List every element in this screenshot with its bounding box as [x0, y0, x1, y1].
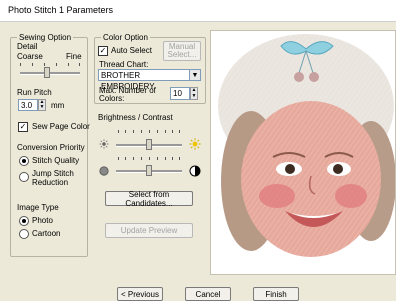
window-title: Photo Stitch 1 Parameters: [8, 5, 114, 15]
conversion-priority-label: Conversion Priority: [17, 143, 85, 152]
cartoon-label: Cartoon: [32, 229, 61, 238]
max-colors-input[interactable]: 10: [170, 87, 190, 100]
photo-radio[interactable]: [19, 216, 29, 226]
contrast-high-icon: [189, 165, 201, 177]
contrast-slider-thumb[interactable]: [146, 165, 152, 176]
update-preview-button[interactable]: Update Preview: [105, 223, 193, 238]
manual-select-label-2: Select...: [167, 50, 197, 59]
stitch-quality-label: Stitch Quality: [32, 156, 80, 165]
sew-page-color-checkbox[interactable]: ✓: [18, 122, 28, 132]
run-pitch-input[interactable]: 3.0: [18, 99, 38, 111]
embroidery-portrait-image: [218, 34, 395, 257]
coarse-label: Coarse: [17, 52, 43, 61]
image-type-label: Image Type: [17, 203, 59, 212]
embroidery-preview: [210, 30, 396, 275]
max-colors-label-2: Colors:: [99, 94, 125, 103]
brightness-slider-ticks: [118, 130, 180, 133]
manual-select-button[interactable]: Manual Select...: [163, 41, 201, 61]
jump-stitch-radio[interactable]: [19, 172, 29, 182]
sun-large-icon: [189, 138, 201, 150]
photo-label: Photo: [32, 216, 53, 225]
auto-select-label: Auto Select: [111, 46, 152, 55]
brightness-contrast-label: Brightness / Contrast: [98, 113, 173, 122]
chevron-down-icon[interactable]: ▼: [189, 69, 201, 81]
thread-chart-select[interactable]: BROTHER EMBROIDERY: [98, 69, 190, 91]
spin-down-icon[interactable]: ▼: [191, 93, 197, 100]
spin-down-icon[interactable]: ▼: [39, 105, 45, 110]
max-colors-spinner[interactable]: ▲ ▼: [190, 87, 198, 100]
auto-select-checkbox[interactable]: ✓: [98, 46, 108, 56]
jump-stitch-label: Jump Stitch: [32, 169, 74, 178]
contrast-low-icon: [99, 166, 109, 176]
detail-label: Detail: [17, 42, 38, 51]
sun-small-icon: [99, 139, 109, 149]
previous-button[interactable]: < Previous: [117, 287, 163, 301]
run-pitch-unit: mm: [51, 101, 65, 110]
detail-slider-ticks: [20, 63, 80, 66]
cancel-button[interactable]: Cancel: [185, 287, 231, 301]
select-from-candidates-button[interactable]: Select from Candidates...: [105, 190, 193, 208]
detail-slider-thumb[interactable]: [44, 67, 51, 78]
cartoon-radio[interactable]: [19, 229, 29, 239]
brightness-slider-thumb[interactable]: [146, 139, 152, 150]
fine-label: Fine: [66, 52, 82, 61]
contrast-slider-ticks: [118, 157, 180, 160]
thread-chart-label: Thread Chart:: [99, 60, 149, 69]
sew-page-color-label: Sew Page Color: [32, 122, 90, 131]
color-option-legend: Color Option: [101, 33, 150, 43]
run-pitch-label: Run Pitch: [17, 88, 52, 97]
finish-button[interactable]: Finish: [253, 287, 299, 301]
title-bar: Photo Stitch 1 Parameters: [0, 0, 396, 22]
run-pitch-spinner[interactable]: ▲ ▼: [38, 99, 46, 111]
stitch-quality-radio[interactable]: [19, 156, 29, 166]
jump-stitch-label-2: Reduction: [32, 178, 69, 187]
